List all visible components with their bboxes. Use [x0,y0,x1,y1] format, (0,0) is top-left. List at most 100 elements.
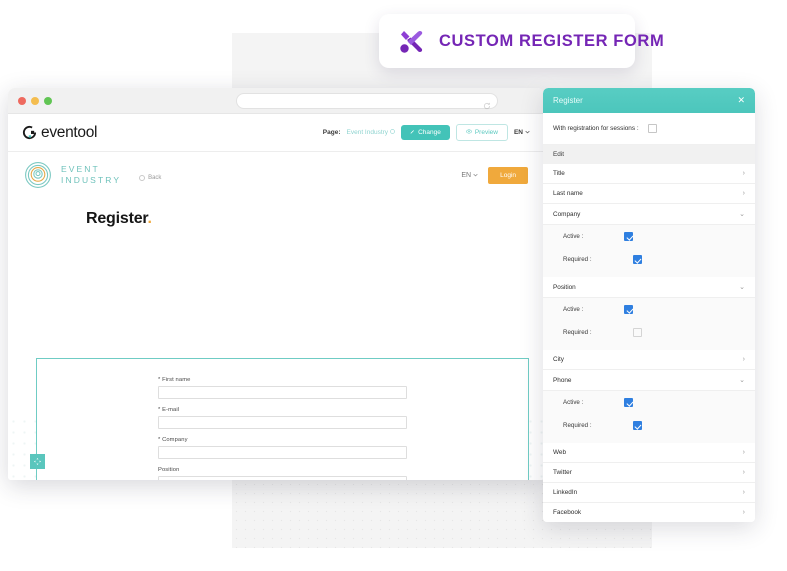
form-field-first-name: * First name [158,377,407,399]
page-name-text: Event Industry [346,129,389,136]
panel-row-position-label: Position [553,283,576,291]
chevron-right-icon: › [742,469,745,476]
company-active-label: Active : [563,233,584,240]
phone-required-label: Required : [563,422,592,429]
phone-active-label: Active : [563,399,584,406]
browser-chrome [8,88,544,114]
chevron-right-icon: › [742,489,745,496]
panel-row-company[interactable]: Company ⌄ [543,204,755,225]
panel-row-facebook-label: Facebook [553,509,582,516]
chevron-down-icon: ⌄ [739,284,745,291]
edit-icon [410,129,415,136]
back-link[interactable]: Back [139,175,161,181]
login-button[interactable]: Login [488,166,528,184]
language-selector-app[interactable]: EN [514,129,530,136]
eventool-mark-icon [22,125,37,140]
page-body: Register. * First name * E-mail * Compan… [8,210,544,480]
close-icon[interactable]: ✕ [737,96,745,105]
eventool-app-topbar: eventool Page: Event Industry Change Pre… [8,114,544,152]
position-input[interactable] [158,476,407,480]
panel-row-twitter-label: Twitter [553,469,572,476]
site-header-actions: EN Login [461,166,528,184]
page-title: Register. [86,210,544,228]
page-name-selector[interactable]: Event Industry [347,129,396,136]
event-industry-name: EVENT INDUSTRY [61,164,121,186]
change-page-button[interactable]: Change [401,125,450,140]
panel-row-twitter[interactable]: Twitter › [543,463,755,483]
maximize-window-icon[interactable] [44,96,52,105]
sessions-checkbox[interactable] [647,124,657,133]
phone-options: Active : Required : [543,391,755,443]
reload-icon[interactable] [483,97,491,110]
logo-line-2: INDUSTRY [61,175,122,185]
phone-active-row: Active : [543,391,755,414]
first-name-label: * First name [158,377,191,383]
panel-row-company-label: Company [553,210,581,218]
edit-section-header: Edit [543,145,755,164]
panel-row-web-label: Web [553,449,567,456]
change-page-label: Change [418,129,441,136]
minimize-window-icon[interactable] [31,96,39,105]
chevron-down-icon: ⌄ [739,377,745,384]
panel-row-last-name[interactable]: Last name › [543,184,755,204]
pencil-x-logo-icon [397,26,427,56]
url-bar[interactable] [236,93,498,110]
close-window-icon[interactable] [18,96,26,105]
position-label: Position [158,467,180,473]
panel-row-facebook[interactable]: Facebook › [543,503,755,522]
register-form-container[interactable]: * First name * E-mail * Company Position [30,358,529,480]
eventool-logo[interactable]: eventool [22,124,98,142]
chevron-down-icon [473,172,478,179]
chevron-down-icon [525,129,530,136]
sessions-registration-row: With registration for sessions : [543,113,755,145]
position-required-label: Required : [563,329,592,336]
preview-page-label: Preview [474,129,498,136]
panel-row-linkedin-label: LinkedIn [553,489,578,496]
event-industry-logo[interactable]: EVENT INDUSTRY Back [24,161,161,189]
panel-row-phone[interactable]: Phone ⌄ [543,370,755,391]
panel-row-title[interactable]: Title › [543,164,755,184]
chevron-right-icon: › [742,449,745,456]
custom-register-form-banner: CUSTOM REGISTER FORM [379,14,664,68]
panel-row-city[interactable]: City › [543,350,755,370]
spiral-logo-icon [24,161,52,189]
form-field-position: Position [158,467,407,480]
banner-title: CUSTOM REGISTER FORM [439,31,665,50]
company-required-checkbox[interactable] [632,255,642,264]
register-form: * First name * E-mail * Company Position [37,359,528,480]
sessions-label: With registration for sessions : [553,125,639,132]
language-selector-site[interactable]: EN [461,172,478,179]
position-required-checkbox[interactable] [632,328,642,337]
company-active-row: Active : [543,225,755,248]
preview-page-button[interactable]: Preview [455,124,508,141]
panel-row-last-name-label: Last name [553,190,583,197]
position-active-checkbox[interactable] [624,305,634,314]
position-active-row: Active : [543,298,755,321]
logo-line-1: EVENT [61,164,100,174]
panel-title: Register [553,96,583,105]
page-label: Page: [322,129,341,136]
first-name-input[interactable] [158,386,407,399]
language-app-label: EN [513,129,523,136]
phone-required-checkbox[interactable] [632,421,642,430]
company-active-checkbox[interactable] [624,232,634,241]
back-arrow-icon [139,175,146,181]
phone-required-row: Required : [543,414,755,437]
browser-window: eventool Page: Event Industry Change Pre… [8,88,544,480]
site-header: EVENT INDUSTRY Back EN Login [8,152,544,198]
page-title-text: Register [86,210,148,227]
phone-active-checkbox[interactable] [624,398,634,407]
panel-row-web[interactable]: Web › [543,443,755,463]
email-label: * E-mail [158,407,180,413]
email-input[interactable] [158,416,407,429]
back-label: Back [148,175,162,181]
position-options: Active : Required : [543,298,755,350]
chevron-right-icon: › [742,190,745,197]
panel-row-city-label: City [553,356,565,363]
form-field-company: * Company [158,437,407,459]
company-input[interactable] [158,446,407,459]
move-handle-icon[interactable] [30,454,45,469]
panel-row-position[interactable]: Position ⌄ [543,277,755,298]
panel-row-linkedin[interactable]: LinkedIn › [543,483,755,503]
eye-icon [466,129,472,136]
